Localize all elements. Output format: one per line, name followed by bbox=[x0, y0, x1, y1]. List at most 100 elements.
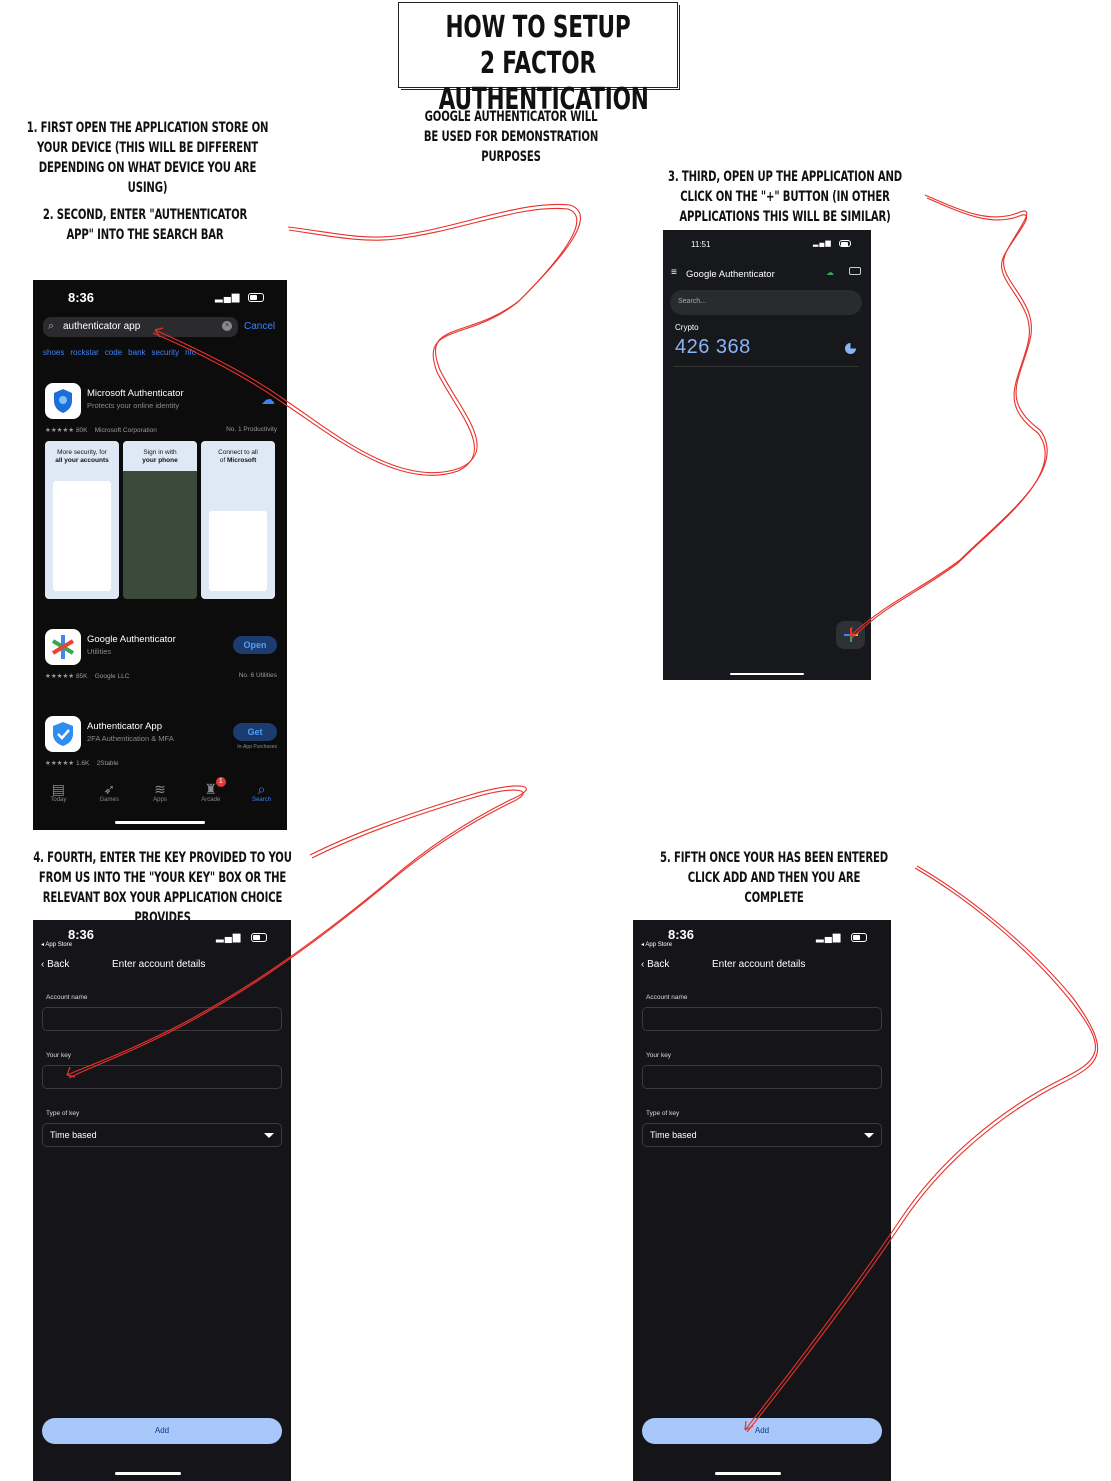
battery-icon bbox=[251, 933, 267, 942]
your-key-label: Your key bbox=[646, 1052, 672, 1059]
signal-icon: ▂▄▆ bbox=[215, 292, 241, 303]
tab-apps[interactable]: ≋ Apps bbox=[137, 775, 183, 815]
result-1-meta: ★★★★★ 80K Microsoft Corporation No. 1 Pr… bbox=[45, 426, 277, 434]
chevron-left-icon: ‹ bbox=[641, 959, 645, 970]
app-title: Google Authenticator bbox=[686, 269, 775, 280]
your-key-label: Your key bbox=[46, 1052, 72, 1059]
today-icon: ▤ bbox=[51, 781, 65, 797]
back-button[interactable]: ‹ Back bbox=[641, 959, 669, 970]
google-authenticator-screenshot: 11:51 ▂▄▆ ≡ Google Authenticator ☁ Searc… bbox=[663, 230, 871, 680]
step-4-text: 4. Fourth, enter the key provided to you… bbox=[33, 850, 292, 926]
status-time: 11:51 bbox=[691, 240, 711, 249]
type-of-key-value: Time based bbox=[650, 1130, 697, 1140]
app-name: Microsoft Authenticator bbox=[87, 388, 184, 399]
authenticator-app-icon bbox=[45, 716, 81, 752]
add-button[interactable]: Add bbox=[42, 1418, 282, 1444]
chevron-down-icon bbox=[864, 1133, 874, 1138]
step-5-text: 5. Fifth once your has been entered clic… bbox=[660, 850, 888, 906]
screenshot-2: Sign in with your phone bbox=[123, 441, 197, 599]
arcade-badge: 1 bbox=[215, 777, 226, 787]
battery-icon bbox=[839, 240, 851, 247]
back-button[interactable]: ‹ Back bbox=[41, 959, 69, 970]
microsoft-authenticator-icon bbox=[45, 383, 81, 419]
cancel-button[interactable]: Cancel bbox=[244, 321, 275, 332]
result-authenticator-app[interactable]: Authenticator App 2FA Authentication & M… bbox=[45, 716, 277, 756]
screenshot-3: Connect to all of Microsoft bbox=[201, 441, 275, 599]
timer-icon bbox=[845, 343, 856, 354]
result-microsoft-authenticator[interactable]: Microsoft Authenticator Protects your on… bbox=[45, 383, 277, 423]
chip-bank[interactable]: bank bbox=[128, 348, 145, 362]
arrow-step-3-b bbox=[851, 197, 1046, 639]
tab-today[interactable]: ▤ Today bbox=[35, 775, 81, 815]
download-cloud-icon[interactable]: ☁ bbox=[261, 391, 275, 408]
cloud-sync-icon[interactable]: ☁ bbox=[826, 268, 834, 277]
arrow-step-3 bbox=[849, 194, 1048, 637]
tab-arcade[interactable]: ♜ Arcade 1 bbox=[188, 775, 234, 815]
app-store-back[interactable]: ◂ App Store bbox=[41, 941, 72, 948]
enter-details-screenshot-2: 8:36 ◂ App Store ▂▄▆ ‹ Back Enter accoun… bbox=[633, 920, 891, 1481]
signal-icon: ▂▄▆ bbox=[816, 932, 842, 943]
app-name: Authenticator App bbox=[87, 721, 162, 732]
search-icon: ⌕ bbox=[257, 781, 266, 797]
app-store-back[interactable]: ◂ App Store bbox=[641, 941, 672, 948]
rocket-icon: ➶ bbox=[103, 781, 116, 797]
tab-games[interactable]: ➶ Games bbox=[86, 775, 132, 815]
type-of-key-label: Type of key bbox=[646, 1110, 680, 1117]
add-button[interactable] bbox=[836, 621, 865, 649]
otp-code[interactable]: 426 368 bbox=[675, 336, 751, 359]
battery-icon bbox=[851, 933, 867, 942]
app-store-screenshot: 8:36 ▂▄▆ ⌕ authenticator app × Cancel sh… bbox=[33, 280, 287, 830]
menu-icon[interactable]: ≡ bbox=[671, 267, 677, 278]
chip-shoes[interactable]: shoes bbox=[43, 348, 64, 362]
tab-search[interactable]: ⌕ Search bbox=[239, 775, 285, 815]
chevron-down-icon bbox=[264, 1133, 274, 1138]
account-icon[interactable] bbox=[849, 267, 861, 275]
search-placeholder: Search... bbox=[678, 298, 707, 305]
subtitle: Google authenticator will be used for de… bbox=[423, 109, 599, 165]
screenshot-1: More security, for all your accounts bbox=[45, 441, 119, 599]
add-button[interactable]: Add bbox=[642, 1418, 882, 1444]
step-1-text: 1. First open the application store on y… bbox=[26, 120, 269, 196]
signal-icon: ▂▄▆ bbox=[216, 932, 242, 943]
type-of-key-value: Time based bbox=[50, 1130, 97, 1140]
home-indicator bbox=[730, 673, 804, 675]
chip-rockstar[interactable]: rockstar bbox=[70, 348, 98, 362]
account-name-label: Account name bbox=[46, 994, 88, 1001]
in-app-note: In-App Purchases bbox=[237, 744, 277, 750]
status-time: 8:36 bbox=[68, 290, 95, 305]
divider bbox=[673, 366, 859, 367]
screen-header: Enter account details bbox=[712, 959, 806, 970]
joystick-icon: ♜ bbox=[204, 781, 218, 797]
chip-security[interactable]: security bbox=[152, 348, 180, 362]
get-button[interactable]: Get bbox=[233, 723, 277, 741]
account-name-field[interactable] bbox=[642, 1007, 882, 1031]
your-key-field[interactable] bbox=[642, 1065, 882, 1089]
search-value: authenticator app bbox=[63, 321, 141, 332]
signal-icon: ▂▄▆ bbox=[813, 240, 832, 247]
screen-header: Enter account details bbox=[112, 959, 206, 970]
account-name-field[interactable] bbox=[42, 1007, 282, 1031]
app-name: Google Authenticator bbox=[87, 634, 176, 645]
step-2-text: 2. Second, enter "authenticator app" int… bbox=[42, 207, 248, 243]
open-button[interactable]: Open bbox=[233, 636, 277, 654]
chip-nfc[interactable]: nfc bbox=[185, 348, 196, 362]
enter-details-screenshot-1: 8:36 ◂ App Store ▂▄▆ ‹ Back Enter accoun… bbox=[33, 920, 291, 1481]
page-title: How to setup 2 factor authentication bbox=[438, 10, 649, 117]
clear-icon[interactable]: × bbox=[222, 321, 232, 331]
google-authenticator-icon bbox=[45, 629, 81, 665]
suggestion-chips: shoes rockstar code bank security nfc bbox=[43, 348, 283, 362]
battery-icon bbox=[248, 293, 264, 302]
plus-icon bbox=[843, 628, 858, 642]
chevron-left-icon: ‹ bbox=[41, 959, 45, 970]
app-subtitle: 2FA Authentication & MFA bbox=[87, 734, 174, 743]
step-3-text: 3. Third, open up the application and cl… bbox=[667, 169, 903, 225]
app-subtitle: Protects your online identity bbox=[87, 401, 180, 410]
home-indicator bbox=[115, 821, 205, 824]
account-issuer: Crypto bbox=[675, 323, 699, 332]
home-indicator bbox=[715, 1472, 781, 1475]
chip-code[interactable]: code bbox=[105, 348, 122, 362]
result-3-meta: ★★★★★ 1.6K 2Stable bbox=[45, 760, 119, 767]
status-time: 8:36 bbox=[668, 927, 695, 942]
your-key-field[interactable] bbox=[42, 1065, 282, 1089]
result-google-authenticator[interactable]: Google Authenticator Utilities Open bbox=[45, 629, 277, 669]
